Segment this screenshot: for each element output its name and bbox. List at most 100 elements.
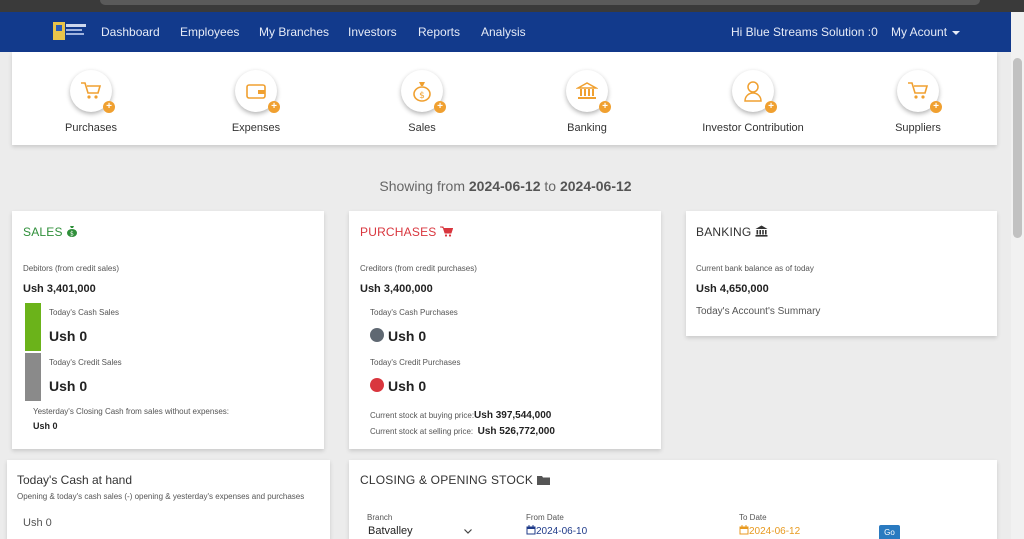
calendar-icon [526,525,536,535]
quick-action-sales[interactable]: $ + Sales [347,70,497,134]
address-bar [100,0,980,5]
investor-icon-circle: + [732,70,777,113]
purchases-title-text: PURCHASES [360,225,437,239]
cash-at-hand-title: Today's Cash at hand [17,473,133,487]
stock-selling-value: Ush 526,772,000 [477,426,555,437]
branch-label: Branch [367,513,393,522]
nav-investors[interactable]: Investors [348,25,397,39]
quick-action-banking[interactable]: + Banking [512,70,662,134]
sales-icon-circle: $ + [401,70,446,113]
quick-action-purchases[interactable]: + Purchases [16,70,166,134]
credit-sales-bar [25,353,41,401]
cash-at-hand-value: Ush 0 [23,517,52,529]
wallet-icon [246,84,266,99]
svg-text:$: $ [419,91,425,101]
closing-cash-label: Yesterday's Closing Cash from sales with… [33,407,229,416]
svg-text:$: $ [70,231,74,238]
quick-action-investor-contribution[interactable]: + Investor Contribution [678,70,828,134]
quick-actions-panel: + Purchases + Expenses $ + Sales + Banki… [12,52,997,145]
from-date-label: From Date [526,513,564,522]
quick-action-label: Expenses [231,122,281,134]
purchases-card: PURCHASES Creditors (from credit purchas… [349,211,661,449]
credit-purchases-label: Today's Credit Purchases [370,358,461,367]
closing-cash-value: Ush 0 [33,421,58,431]
plus-icon: + [103,101,115,113]
expenses-icon-circle: + [235,70,280,113]
credit-purchases-value: Ush 0 [388,378,427,394]
nav-employees[interactable]: Employees [180,25,239,39]
branch-select[interactable]: Batvalley [368,525,478,539]
quick-action-label: Sales [408,122,436,134]
stock-buying-value: Ush 397,544,000 [474,410,552,421]
quick-action-expenses[interactable]: + Expenses [181,70,331,134]
bank-balance-value: Ush 4,650,000 [696,283,769,295]
cart-icon [440,226,454,237]
my-account-menu[interactable]: My Acount [891,25,961,39]
plus-icon: + [599,101,611,113]
stock-buying-label: Current stock at buying price: [370,411,475,420]
cash-sales-bar [25,303,41,351]
cart-icon [81,82,102,99]
nav-dashboard[interactable]: Dashboard [101,25,160,39]
credit-purchases-dot [370,378,384,392]
page-scrollbar[interactable] [1011,12,1024,539]
closing-opening-stock-card: CLOSING & OPENING STOCK Branch Batvalley… [349,460,997,539]
account-summary-link[interactable]: Today's Account's Summary [696,306,820,317]
go-button[interactable]: Go [879,525,900,539]
banking-icon-circle: + [566,70,611,113]
caret-down-icon [952,30,961,35]
stock-selling-row: Current stock at selling price: Ush 526,… [370,421,555,439]
sales-card-title: SALES $ [23,225,78,239]
nav-my-branches[interactable]: My Branches [259,25,329,39]
bank-balance-label: Current bank balance as of today [696,264,814,273]
debitors-value: Ush 3,401,000 [23,283,96,295]
cash-sales-value: Ush 0 [49,328,88,344]
quick-action-suppliers[interactable]: + Suppliers [843,70,993,134]
stock-title-text: CLOSING & OPENING STOCK [360,473,534,487]
sales-card: SALES $ Debitors (from credit sales) Ush… [12,211,324,449]
user-icon [744,81,762,102]
chevron-down-icon [464,529,472,534]
stock-selling-label: Current stock at selling price: [370,427,474,436]
to-date-input[interactable]: 2024-06-12 [739,525,800,537]
showing-prefix: Showing from [379,178,465,194]
nav-analysis[interactable]: Analysis [481,25,526,39]
creditors-value: Ush 3,400,000 [360,283,433,295]
company-logo[interactable] [52,19,88,43]
cash-sales-label: Today's Cash Sales [49,308,120,317]
to-date-label: To Date [739,513,767,522]
banking-card: BANKING Current bank balance as of today… [686,211,997,336]
creditors-label: Creditors (from credit purchases) [360,264,477,273]
scrollbar-thumb[interactable] [1013,58,1022,238]
credit-sales-label: Today's Credit Sales [49,358,122,367]
quick-action-label: Suppliers [895,122,941,134]
sales-title-text: SALES [23,225,63,239]
top-navbar: Dashboard Employees My Branches Investor… [0,12,1011,52]
cash-purchases-value: Ush 0 [388,328,427,344]
date-range-summary: Showing from 2024-06-12 to 2024-06-12 [0,178,1011,194]
cart-icon [908,82,929,99]
plus-icon: + [930,101,942,113]
my-account-label: My Acount [891,25,948,39]
banking-card-title: BANKING [696,225,768,239]
folder-icon [536,476,550,485]
plus-icon: + [434,101,446,113]
cash-purchases-dot [370,328,384,342]
from-date-input[interactable]: 2024-06-10 [526,525,587,537]
purchases-icon-circle: + [70,70,115,113]
calendar-icon [739,525,749,535]
showing-to-date: 2024-06-12 [559,178,632,194]
cash-at-hand-card: Today's Cash at hand Opening & today's c… [7,460,330,539]
nav-reports[interactable]: Reports [418,25,460,39]
branch-selected-value: Batvalley [368,525,413,537]
bank-icon [576,82,598,99]
debitors-label: Debitors (from credit sales) [23,264,120,273]
quick-action-label: Investor Contribution [702,122,804,134]
money-bag-icon: $ [413,82,431,102]
plus-icon: + [268,101,280,113]
showing-from-date: 2024-06-12 [468,178,541,194]
money-bag-icon: $ [67,226,78,238]
bank-icon [755,225,768,237]
cash-purchases-label: Today's Cash Purchases [370,308,458,317]
quick-action-label: Purchases [65,122,117,134]
